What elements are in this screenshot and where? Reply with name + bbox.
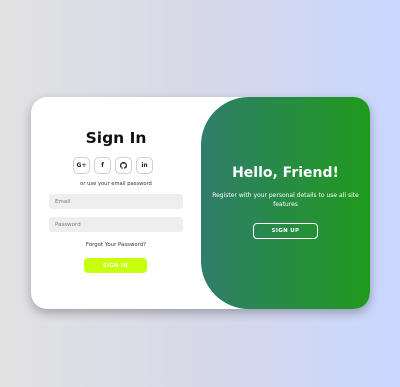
signin-title: Sign In: [85, 129, 147, 147]
google-plus-icon[interactable]: G+: [73, 157, 90, 174]
email-alt-text: or use your email password: [80, 181, 152, 187]
forgot-password-link[interactable]: Forgot Your Password?: [31, 242, 201, 248]
auth-card: Sign In G+ f in or use your email passwo…: [31, 97, 370, 309]
email-field[interactable]: [49, 194, 183, 209]
password-field[interactable]: [49, 217, 183, 232]
facebook-icon[interactable]: f: [94, 157, 111, 174]
hello-title: Hello, Friend!: [232, 165, 339, 181]
github-icon[interactable]: [115, 157, 132, 174]
register-text: Register with your personal details to u…: [212, 192, 359, 208]
social-icons-row: G+ f in: [73, 157, 153, 174]
sign-up-button[interactable]: SIGN UP: [253, 223, 318, 239]
sign-in-button[interactable]: SIGN IN: [84, 258, 147, 273]
linkedin-icon[interactable]: in: [136, 157, 153, 174]
toggle-panel: Hello, Friend! Register with your person…: [201, 97, 370, 309]
github-glyph: [120, 162, 127, 169]
signin-panel: Sign In G+ f in or use your email passwo…: [31, 97, 201, 309]
